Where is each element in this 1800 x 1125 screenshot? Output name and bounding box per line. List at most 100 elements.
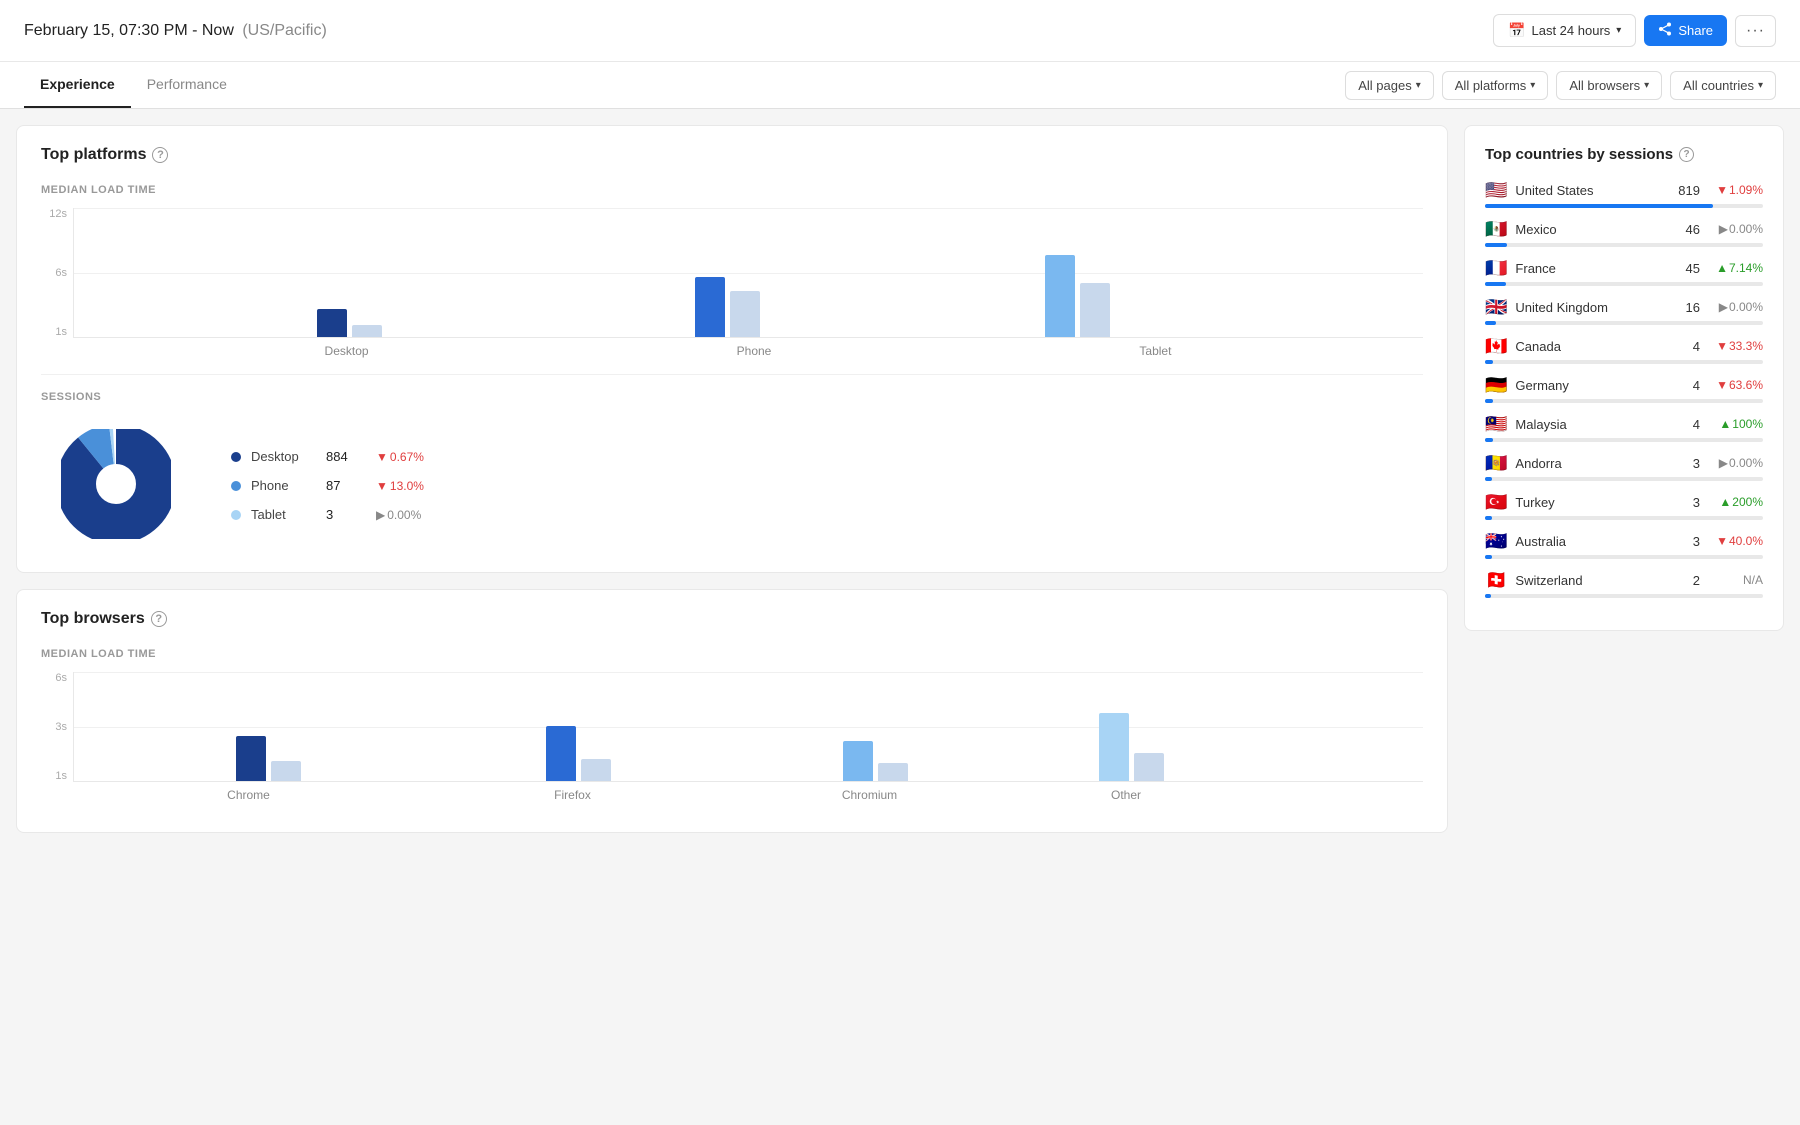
phone-bar-primary xyxy=(695,277,725,337)
country-row-fr: 🇫🇷 France 45 ▲ 7.14% xyxy=(1485,259,1763,286)
ch-sessions: 2 xyxy=(1672,573,1700,588)
platforms-x-labels: Desktop Phone Tablet xyxy=(73,344,1423,358)
uk-progress xyxy=(1485,321,1763,325)
timezone-text: (US/Pacific) xyxy=(242,22,326,39)
fr-name: France xyxy=(1515,261,1664,276)
us-progress xyxy=(1485,204,1763,208)
de-name: Germany xyxy=(1515,378,1664,393)
country-row-my: 🇲🇾 Malaysia 4 ▲ 100% xyxy=(1485,415,1763,442)
filters-container: All pages ▾ All platforms ▾ All browsers… xyxy=(1345,63,1776,108)
chevron-browsers-icon: ▾ xyxy=(1644,80,1649,91)
more-button[interactable]: ··· xyxy=(1735,15,1776,47)
time-range-button[interactable]: 📅 Last 24 hours ▾ xyxy=(1493,14,1636,47)
tab-performance[interactable]: Performance xyxy=(131,62,243,108)
ca-change: ▼ 33.3% xyxy=(1708,339,1763,353)
countries-info-icon: ? xyxy=(1679,147,1694,162)
au-progress xyxy=(1485,555,1763,559)
pie-chart xyxy=(61,429,171,542)
ad-name: Andorra xyxy=(1515,456,1664,471)
au-flag: 🇦🇺 xyxy=(1485,532,1507,550)
neutral-arrow-tablet: ▶ xyxy=(376,508,385,522)
browsers-median-load-label: MEDIAN LOAD TIME xyxy=(41,648,1423,660)
tablet-label: Tablet xyxy=(1139,344,1171,358)
tabs-container: Experience Performance xyxy=(24,62,243,108)
all-platforms-filter[interactable]: All platforms ▾ xyxy=(1442,71,1549,100)
share-icon xyxy=(1658,22,1672,39)
chrome-bar-secondary xyxy=(271,761,301,781)
uk-flag: 🇬🇧 xyxy=(1485,298,1507,316)
sessions-label: SESSIONS xyxy=(41,391,1423,403)
country-row-uk: 🇬🇧 United Kingdom 16 ▶ 0.00% xyxy=(1485,298,1763,325)
tr-name: Turkey xyxy=(1515,495,1664,510)
firefox-bar-primary xyxy=(546,726,576,781)
browsers-chart-area xyxy=(73,672,1423,782)
all-browsers-filter[interactable]: All browsers ▾ xyxy=(1556,71,1662,100)
country-row-de: 🇩🇪 Germany 4 ▼ 63.6% xyxy=(1485,376,1763,403)
share-label: Share xyxy=(1678,23,1713,38)
desktop-bar-secondary xyxy=(352,325,382,337)
down-icon-ca: ▼ xyxy=(1716,339,1728,353)
de-progress xyxy=(1485,399,1763,403)
browsers-bar-chart: 6s 3s 1s xyxy=(41,672,1423,782)
other-bar-secondary xyxy=(1134,753,1164,781)
fr-flag: 🇫🇷 xyxy=(1485,259,1507,277)
platforms-bar-chart: 12s 6s 1s xyxy=(41,208,1423,338)
ca-flag: 🇨🇦 xyxy=(1485,337,1507,355)
ad-flag: 🇦🇩 xyxy=(1485,454,1507,472)
browser-y-labels: 6s 3s 1s xyxy=(41,672,73,782)
ca-name: Canada xyxy=(1515,339,1664,354)
top-browsers-title: Top browsers ? xyxy=(41,610,1423,628)
firefox-x-label: Firefox xyxy=(554,788,591,802)
left-panel: Top platforms ? MEDIAN LOAD TIME 12s 6s … xyxy=(16,125,1448,993)
tablet-change: ▶ 0.00% xyxy=(376,508,421,522)
country-row-tr: 🇹🇷 Turkey 3 ▲ 200% xyxy=(1485,493,1763,520)
mx-change: ▶ 0.00% xyxy=(1708,222,1763,236)
chrome-bar-group xyxy=(236,736,301,781)
neutral-icon-ad: ▶ xyxy=(1719,456,1728,470)
browsers-info-icon: ? xyxy=(151,611,167,627)
legend-tablet: Tablet 3 ▶ 0.00% xyxy=(231,507,424,522)
ca-progress xyxy=(1485,360,1763,364)
tab-experience[interactable]: Experience xyxy=(24,62,131,108)
ad-sessions: 3 xyxy=(1672,456,1700,471)
datetime-display: February 15, 07:30 PM - Now (US/Pacific) xyxy=(24,22,327,40)
desktop-bar-group xyxy=(317,309,382,337)
desktop-dot xyxy=(231,452,241,462)
chromium-bar-secondary xyxy=(878,763,908,781)
country-row-mx: 🇲🇽 Mexico 46 ▶ 0.00% xyxy=(1485,220,1763,247)
ch-flag: 🇨🇭 xyxy=(1485,571,1507,589)
mx-sessions: 46 xyxy=(1672,222,1700,237)
platforms-chart-area xyxy=(73,208,1423,338)
firefox-bar-secondary xyxy=(581,759,611,781)
top-platforms-card: Top platforms ? MEDIAN LOAD TIME 12s 6s … xyxy=(16,125,1448,573)
chevron-pages-icon: ▾ xyxy=(1416,80,1421,91)
share-button[interactable]: Share xyxy=(1644,15,1727,46)
my-change: ▲ 100% xyxy=(1708,417,1763,431)
desktop-change: ▼ 0.67% xyxy=(376,450,424,464)
divider xyxy=(41,374,1423,375)
datetime-separator: - xyxy=(192,22,202,39)
other-x-label: Other xyxy=(1111,788,1141,802)
phone-label: Phone xyxy=(737,344,772,358)
sessions-legend: Desktop 884 ▼ 0.67% Phone 87 ▼ 13. xyxy=(231,449,424,522)
country-row-ch: 🇨🇭 Switzerland 2 N/A xyxy=(1485,571,1763,598)
all-pages-filter[interactable]: All pages ▾ xyxy=(1345,71,1434,100)
phone-bar-group xyxy=(695,277,760,337)
legend-phone: Phone 87 ▼ 13.0% xyxy=(231,478,424,493)
all-countries-filter[interactable]: All countries ▾ xyxy=(1670,71,1776,100)
firefox-bar-group xyxy=(546,726,611,781)
datetime-text: February 15, 07:30 PM xyxy=(24,22,188,39)
au-name: Australia xyxy=(1515,534,1664,549)
tabs-bar: Experience Performance All pages ▾ All p… xyxy=(0,62,1800,109)
sessions-area: Desktop 884 ▼ 0.67% Phone 87 ▼ 13. xyxy=(41,419,1423,552)
country-row-ca: 🇨🇦 Canada 4 ▼ 33.3% xyxy=(1485,337,1763,364)
uk-name: United Kingdom xyxy=(1515,300,1664,315)
all-browsers-label: All browsers xyxy=(1569,78,1640,93)
other-bar-primary xyxy=(1099,713,1129,781)
phone-legend-name: Phone xyxy=(251,478,316,493)
tablet-sessions: 3 xyxy=(326,507,366,522)
all-countries-label: All countries xyxy=(1683,78,1754,93)
de-change: ▼ 63.6% xyxy=(1708,378,1763,392)
desktop-legend-name: Desktop xyxy=(251,449,316,464)
my-name: Malaysia xyxy=(1515,417,1664,432)
